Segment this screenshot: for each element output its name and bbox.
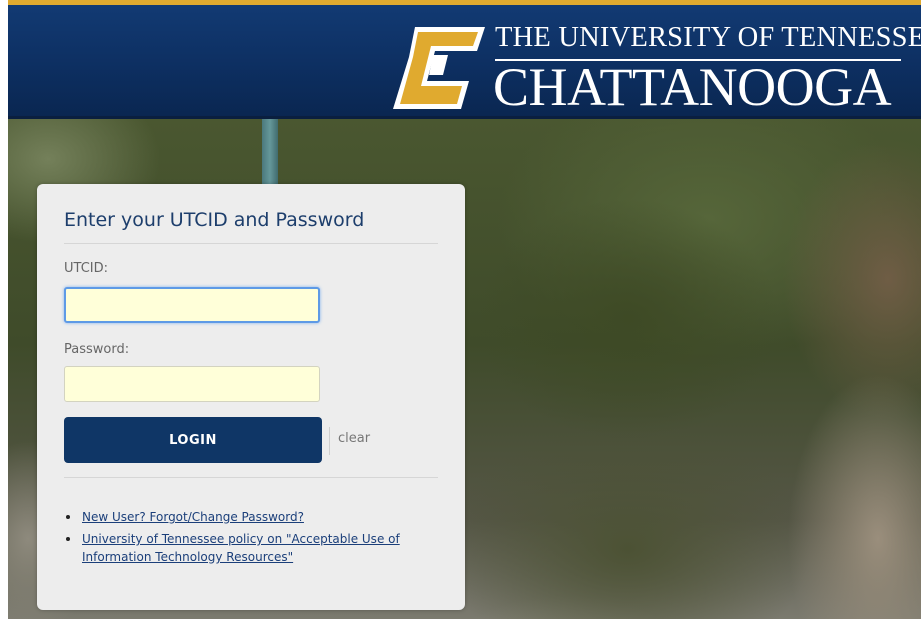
background-post [262,119,278,189]
page-frame: THE UNIVERSITY OF TENNESSEE CHATTANOOGA … [8,0,921,619]
clear-link[interactable]: clear [338,431,370,446]
password-label: Password: [64,342,130,357]
bullet-icon [66,537,70,541]
login-card: Enter your UTCID and Password UTCID: Pas… [37,184,465,610]
list-item: University of Tennessee policy on "Accep… [64,530,462,566]
login-button[interactable]: LOGIN [64,417,322,463]
button-divider [329,427,330,455]
site-header: THE UNIVERSITY OF TENNESSEE CHATTANOOGA [8,0,921,119]
title-divider [64,243,438,244]
login-title: Enter your UTCID and Password [64,209,365,231]
brand-university-name: THE UNIVERSITY OF TENNESSEE [495,22,921,53]
help-links-list: New User? Forgot/Change Password? Univer… [64,508,462,566]
utcid-input[interactable] [64,287,320,323]
brand-campus-name: CHATTANOOGA [493,57,892,117]
links-divider [64,477,438,478]
bullet-icon [66,515,70,519]
list-item: New User? Forgot/Change Password? [64,508,462,526]
password-input[interactable] [64,366,320,402]
utc-c-logo-icon [393,27,485,109]
acceptable-use-policy-link[interactable]: University of Tennessee policy on "Accep… [82,532,400,564]
forgot-password-link[interactable]: New User? Forgot/Change Password? [82,510,304,524]
utcid-label: UTCID: [64,261,108,276]
